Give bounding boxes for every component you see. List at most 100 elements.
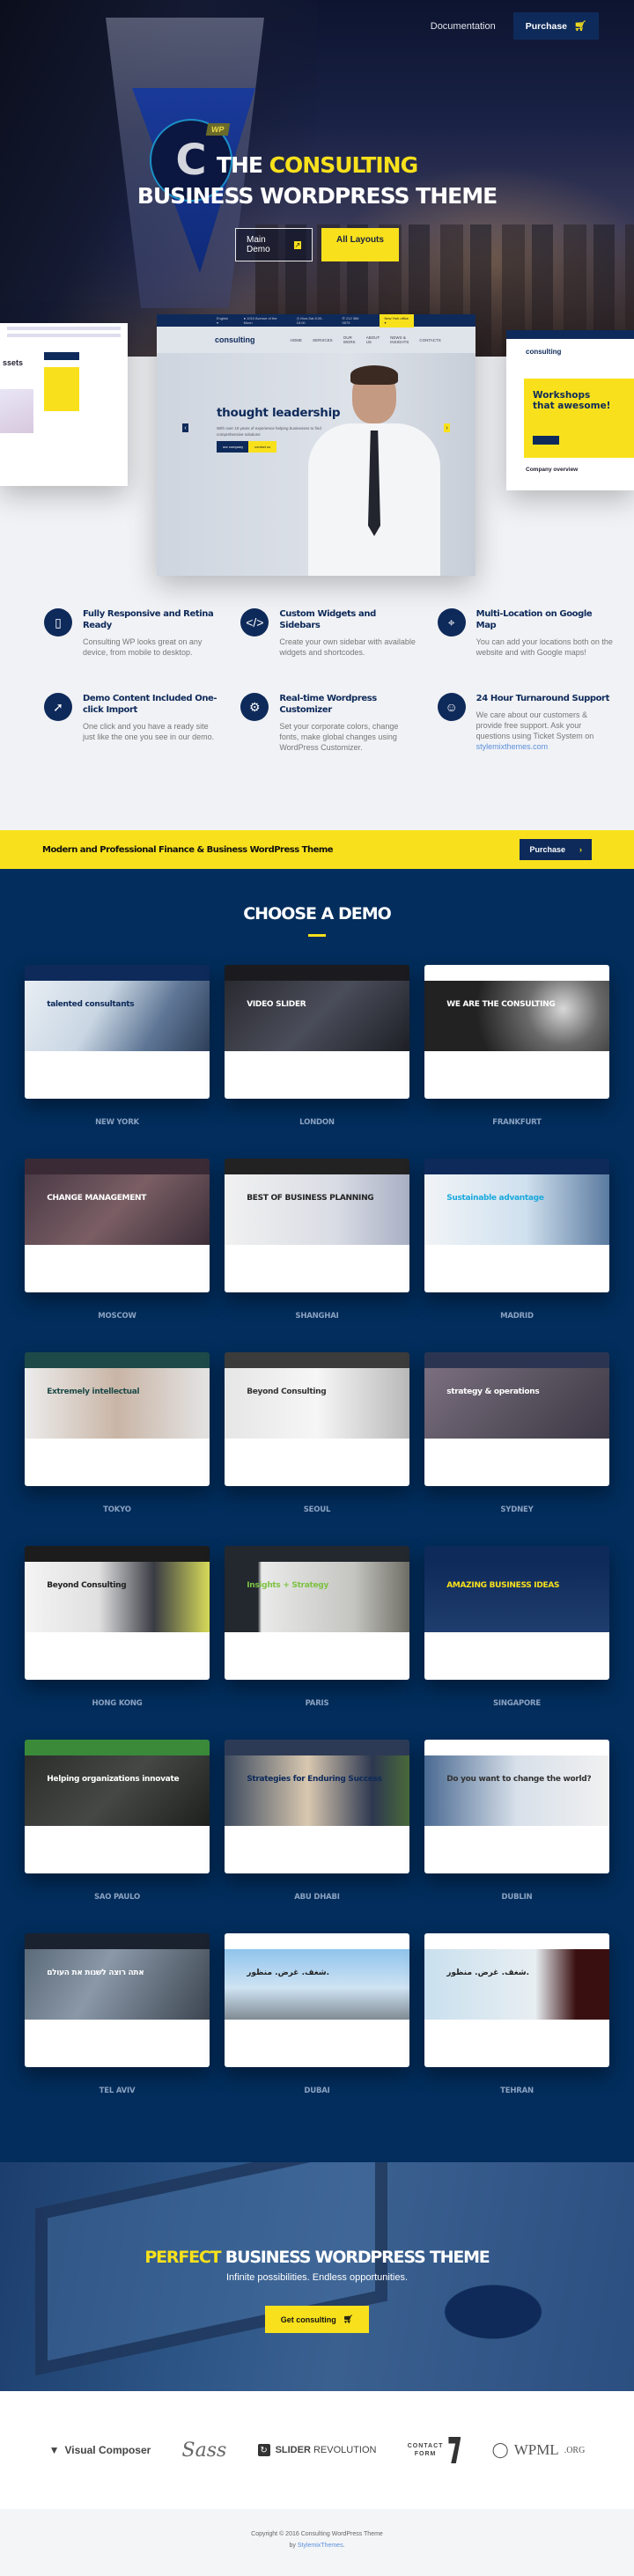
demo-card-dubai[interactable]: شغف. غرض. منظور. DUBAI	[225, 1933, 409, 2127]
mockup-right-section-title: Company overview	[526, 467, 579, 473]
demo-label[interactable]: PARIS	[225, 1699, 409, 1708]
demo-card-new-york[interactable]: talented consultants NEW YORK	[25, 965, 210, 1159]
demo-thumbnail-content	[225, 1245, 409, 1292]
main-demo-label: Main Demo	[247, 235, 270, 254]
hero-title: THE CONSULTING BUSINESS WORDPRESS THEME	[0, 150, 634, 211]
mockup-nav-item: HOME	[290, 337, 303, 342]
documentation-link[interactable]: Documentation	[431, 21, 496, 32]
features-grid: ▯ Fully Responsive and Retina Ready Cons…	[0, 573, 634, 753]
demo-thumbnail[interactable]: talented consultants	[25, 965, 210, 1099]
demo-label[interactable]: SYDNEY	[424, 1505, 609, 1514]
demo-card-singapore[interactable]: AMAZING BUSINESS IDEAS SINGAPORE	[424, 1546, 609, 1740]
demo-thumbnail-content	[424, 1439, 609, 1486]
demo-label[interactable]: HONG KONG	[25, 1699, 210, 1708]
demo-thumbnail[interactable]: WE ARE THE CONSULTING	[424, 965, 609, 1099]
demo-card-sao-paulo[interactable]: Helping organizations innovate SAO PAULO	[25, 1740, 210, 1933]
demo-thumbnail[interactable]: BEST OF BUSINESS PLANNING	[225, 1159, 409, 1292]
demo-card-frankfurt[interactable]: WE ARE THE CONSULTING FRANKFURT	[424, 965, 609, 1159]
demo-thumbnail[interactable]: شغف. غرض. منظور.	[225, 1933, 409, 2067]
demo-thumbnail[interactable]: strategy & operations	[424, 1352, 609, 1486]
demo-thumbnail[interactable]: AMAZING BUSINESS IDEAS	[424, 1546, 609, 1680]
mockup-help-card	[44, 367, 79, 411]
demo-card-tel-aviv[interactable]: אתה רוצה לשנות את העולם TEL AVIV	[25, 1933, 210, 2127]
demo-thumbnail-header	[225, 1933, 409, 1949]
demo-card-seoul[interactable]: Beyond Consulting SEOUL	[225, 1352, 409, 1546]
main-demo-button[interactable]: Main Demo ↗	[235, 228, 313, 261]
mockup-right-quote-button	[533, 436, 559, 445]
mockup-prev-icon: ‹	[182, 423, 188, 432]
get-consulting-button[interactable]: Get consulting 🛒︎	[264, 2306, 370, 2333]
demo-label[interactable]: MOSCOW	[25, 1312, 210, 1321]
demo-card-london[interactable]: VIDEO SLIDER LONDON	[225, 965, 409, 1159]
demo-label[interactable]: TOKYO	[25, 1505, 210, 1514]
feature-item: ☺ 24 Hour Turnaround Support We care abo…	[437, 693, 614, 753]
demo-thumbnail-caption: WE ARE THE CONSULTING	[446, 1000, 556, 1009]
demo-label[interactable]: MADRID	[424, 1312, 609, 1321]
demo-thumbnail[interactable]: Beyond Consulting	[225, 1352, 409, 1486]
demo-thumbnail-content	[25, 1051, 210, 1099]
demo-card-sydney[interactable]: strategy & operations SYDNEY	[424, 1352, 609, 1546]
demo-thumbnail[interactable]: Do you want to change the world?	[424, 1740, 609, 1873]
demo-thumbnail[interactable]: Extremely intellectual	[25, 1352, 210, 1486]
demo-thumbnail[interactable]: אתה רוצה לשנות את העולם	[25, 1933, 210, 2067]
demo-thumbnail-caption: شغف. غرض. منظور.	[247, 1969, 330, 1977]
demo-label[interactable]: DUBAI	[225, 2087, 409, 2095]
shopping-cart-icon: 🛒︎	[343, 2315, 354, 2323]
demo-thumbnail-hero	[25, 1949, 210, 2020]
demo-thumbnail-hero	[225, 1368, 409, 1439]
demo-thumbnail-hero	[225, 1755, 409, 1826]
slider-revolution-logo: ↻ SLIDER REVOLUTION	[257, 2444, 376, 2456]
demo-label[interactable]: ABU DHABI	[225, 1893, 409, 1902]
demo-label[interactable]: FRANKFURT	[424, 1118, 609, 1127]
mockup-right: consulting Workshops that awesome! Compa…	[506, 330, 634, 490]
footer: Copyright © 2016 Consulting WordPress Th…	[0, 2509, 634, 2576]
demo-label[interactable]: TEL AVIV	[25, 2087, 210, 2095]
feature-text: We care about our customers & provide fr…	[476, 710, 594, 751]
demo-card-moscow[interactable]: CHANGE MANAGEMENT MOSCOW	[25, 1159, 210, 1352]
demo-card-paris[interactable]: Insights + Strategy PARIS	[225, 1546, 409, 1740]
demo-card-dublin[interactable]: Do you want to change the world? DUBLIN	[424, 1740, 609, 1933]
demo-label[interactable]: SHANGHAI	[225, 1312, 409, 1321]
demo-thumbnail-hero	[25, 981, 210, 1051]
hero-title-line2: BUSINESS WORDPRESS THEME	[136, 183, 498, 209]
demo-card-abu-dhabi[interactable]: Strategies for Enduring Success ABU DHAB…	[225, 1740, 409, 1933]
demo-thumbnail[interactable]: VIDEO SLIDER	[225, 965, 409, 1099]
demo-label[interactable]: NEW YORK	[25, 1118, 210, 1127]
demo-thumbnail[interactable]: Strategies for Enduring Success	[225, 1740, 409, 1873]
demo-thumbnail[interactable]: Sustainable advantage	[424, 1159, 609, 1292]
demo-label[interactable]: SAO PAULO	[25, 1893, 210, 1902]
demo-thumbnail[interactable]: Beyond Consulting	[25, 1546, 210, 1680]
purchase-button[interactable]: Purchase 🛒︎	[512, 12, 599, 40]
demo-card-tehran[interactable]: شغف. غرض. منظور. TEHRAN	[424, 1933, 609, 2127]
demo-thumbnail[interactable]: شغف. غرض. منظور.	[424, 1933, 609, 2067]
demo-thumbnail-caption: Do you want to change the world?	[446, 1775, 592, 1784]
demo-label[interactable]: SINGAPORE	[424, 1699, 609, 1708]
cta-subtitle: Infinite possibilities. Endless opportun…	[225, 2272, 409, 2283]
all-layouts-button[interactable]: All Layouts	[321, 228, 399, 261]
cta-title-rest: BUSINESS WORDPRESS THEME	[220, 2248, 490, 2267]
banner-purchase-button[interactable]: Purchase ›	[520, 839, 592, 860]
demo-thumbnail-content	[225, 1826, 409, 1873]
demo-thumbnail-content	[225, 2020, 409, 2067]
external-link-icon: ↗	[293, 240, 301, 249]
mockup-topbar-item: ✆ 212 386 5575	[342, 316, 359, 325]
demo-label[interactable]: LONDON	[225, 1118, 409, 1127]
demo-label[interactable]: SEOUL	[225, 1505, 409, 1514]
demo-card-madrid[interactable]: Sustainable advantage MADRID	[424, 1159, 609, 1352]
demo-thumbnail[interactable]: Helping organizations innovate	[25, 1740, 210, 1873]
demo-thumbnail-hero	[25, 1562, 210, 1632]
demo-card-shanghai[interactable]: BEST OF BUSINESS PLANNING SHANGHAI	[225, 1159, 409, 1352]
device-mockups: ssets English ▾ ● 1010 Avenue of the Moo…	[0, 314, 634, 576]
demo-card-tokyo[interactable]: Extremely intellectual TOKYO	[25, 1352, 210, 1546]
demo-thumbnail[interactable]: Insights + Strategy	[225, 1546, 409, 1680]
demo-thumbnail[interactable]: CHANGE MANAGEMENT	[25, 1159, 210, 1292]
stylemix-link[interactable]: stylemixthemes.com	[476, 742, 549, 751]
demo-thumbnail-caption: AMAZING BUSINESS IDEAS	[446, 1581, 560, 1590]
demo-label[interactable]: TEHRAN	[424, 2087, 609, 2095]
demo-label[interactable]: DUBLIN	[424, 1893, 609, 1902]
feature-title: Fully Responsive and Retina Ready	[83, 609, 214, 630]
author-link[interactable]: StylemixThemes	[298, 2543, 343, 2549]
demo-card-hong-kong[interactable]: Beyond Consulting HONG KONG	[25, 1546, 210, 1740]
mockup-nav-item: SERVICES	[313, 337, 333, 342]
author-line: by StylemixThemes.	[289, 2543, 345, 2549]
